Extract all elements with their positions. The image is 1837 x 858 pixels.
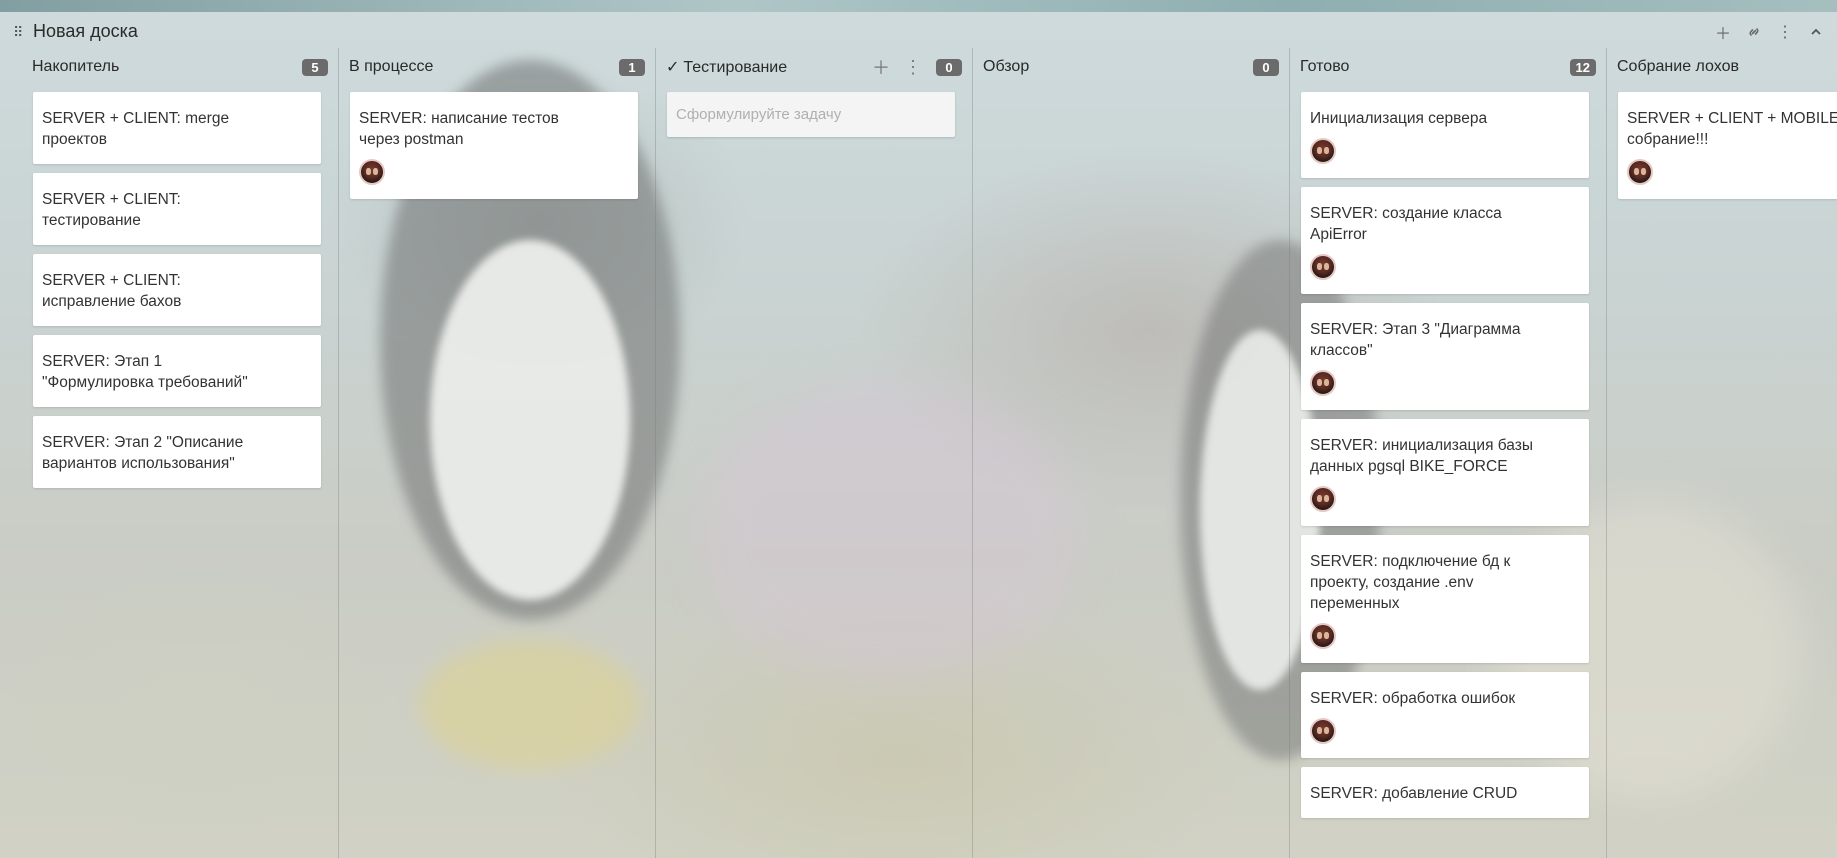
assignee-avatar[interactable] — [1310, 623, 1336, 649]
column-title: Обзор — [983, 58, 1253, 76]
task-card[interactable]: SERVER: Этап 3 "Диаграмма классов" — [1301, 303, 1589, 410]
task-card-title: SERVER: Этап 1 "Формулировка требований" — [42, 353, 248, 391]
column: В процессе 1 SERVER: написание тестов чере… — [339, 48, 656, 858]
assignee-avatar[interactable] — [1310, 254, 1336, 280]
column-header[interactable]: Обзор 0 — [983, 56, 1279, 78]
card-list: Сформулируйте задачу — [667, 92, 955, 137]
task-card-title: SERVER: обработка ошибок — [1310, 690, 1516, 707]
assignee-avatar[interactable] — [1310, 138, 1336, 164]
card-list: Инициализация сервера SERVER: создание кл… — [1301, 92, 1589, 827]
task-card[interactable]: SERVER + CLIENT: merge проектов — [33, 92, 321, 164]
task-card[interactable]: SERVER + CLIENT: тестирование — [33, 173, 321, 245]
column-header[interactable]: Накопитель 5 — [32, 56, 328, 78]
task-card-title: SERVER: Этап 2 "Описание вариантов испол… — [42, 434, 244, 472]
assignee-avatar[interactable] — [1310, 718, 1336, 744]
chevron-up-icon[interactable] — [1805, 21, 1827, 43]
task-card-title: SERVER + CLIENT: тестирование — [42, 191, 181, 229]
column-count-badge: 0 — [1253, 58, 1279, 76]
column-header[interactable]: Готово 12 — [1300, 56, 1596, 78]
board-actions: ＋ ⋮ — [1712, 21, 1827, 43]
board-header: ⠿ Новая доска ＋ ⋮ — [0, 16, 1837, 48]
column: Обзор 0 — [973, 48, 1290, 858]
task-card-title: SERVER + CLIENT: исправление бахов — [42, 272, 182, 310]
column-title-text: Обзор — [983, 58, 1030, 75]
column-count-badge: 12 — [1569, 58, 1596, 76]
task-card-title: SERVER + CLIENT: merge проектов — [42, 110, 230, 148]
card-list: SERVER + CLIENT: merge проектов SERVER + … — [33, 92, 321, 497]
task-card-title: SERVER + CLIENT + MOBILE: собрание!!! — [1627, 110, 1837, 148]
task-card[interactable]: SERVER: написание тестов через postman — [350, 92, 638, 199]
task-card[interactable]: SERVER: обработка ошибок — [1301, 672, 1589, 758]
task-card[interactable]: SERVER + CLIENT + MOBILE: собрание!!! — [1618, 92, 1837, 199]
task-card-title: SERVER: добавление CRUD — [1310, 785, 1518, 802]
drag-handle-icon[interactable]: ⠿ — [13, 24, 25, 40]
column-title-text: Собрание лохов — [1617, 58, 1739, 75]
column-header[interactable]: В процессе 1 — [349, 56, 645, 78]
link-icon[interactable] — [1743, 21, 1765, 43]
task-card-title: SERVER: создание класса ApiError — [1310, 205, 1502, 243]
column-title-text: В процессе — [349, 58, 434, 75]
card-list: SERVER: написание тестов через postman — [350, 92, 638, 208]
column-count-badge: 0 — [936, 58, 962, 76]
board-title: Новая доска — [33, 21, 138, 41]
checkmark-icon: ✓ — [666, 59, 680, 76]
column-title-text: Накопитель — [32, 58, 120, 75]
new-task-input[interactable]: Сформулируйте задачу — [667, 92, 955, 137]
column-title: Накопитель — [32, 58, 302, 76]
column-title-text: Тестирование — [683, 59, 788, 76]
task-card-title: SERVER: подключение бд к проекту, создан… — [1310, 553, 1511, 612]
task-card[interactable]: SERVER: Этап 2 "Описание вариантов испол… — [33, 416, 321, 488]
task-card[interactable]: SERVER: Этап 1 "Формулировка требований" — [33, 335, 321, 407]
column-title-text: Готово — [1300, 58, 1350, 75]
column-count-badge: 5 — [302, 58, 328, 76]
column-title: В процессе — [349, 58, 619, 76]
assignee-avatar[interactable] — [1310, 486, 1336, 512]
add-task-icon[interactable]: ＋ — [872, 54, 890, 80]
task-card[interactable]: SERVER + CLIENT: исправление бахов — [33, 254, 321, 326]
plus-icon[interactable]: ＋ — [1712, 21, 1734, 43]
task-card-title: SERVER: инициализация базы данных pgsql … — [1310, 437, 1533, 475]
task-card-title: SERVER: Этап 3 "Диаграмма классов" — [1310, 321, 1521, 359]
column: Собрание лохов1 SERVER + CLIENT + MOBILE:… — [1607, 48, 1837, 858]
column-header[interactable]: Собрание лохов1 — [1617, 56, 1837, 78]
assignee-avatar[interactable] — [359, 159, 385, 185]
task-card[interactable]: SERVER: подключение бд к проекту, создан… — [1301, 535, 1589, 663]
column: ✓ Тестирование ＋ ⋮ 0 Сформулируйте задачу — [656, 48, 973, 858]
assignee-avatar[interactable] — [1310, 370, 1336, 396]
board-columns: Накопитель 5 SERVER + CLIENT: merge проект… — [22, 48, 1837, 858]
task-card-title: Инициализация сервера — [1310, 110, 1488, 127]
column-header[interactable]: ✓ Тестирование ＋ ⋮ 0 — [666, 56, 962, 78]
task-card-title: SERVER: написание тестов через postman — [359, 110, 559, 148]
column: Накопитель 5 SERVER + CLIENT: merge проект… — [22, 48, 339, 858]
task-card[interactable]: SERVER: создание класса ApiError — [1301, 187, 1589, 294]
card-list: SERVER + CLIENT + MOBILE: собрание!!! — [1618, 92, 1837, 208]
column-title: Собрание лохов — [1617, 58, 1837, 76]
task-card[interactable]: SERVER: добавление CRUD — [1301, 767, 1589, 818]
column: Готово 12 Инициализация сервера SERVER: соз… — [1290, 48, 1607, 858]
task-card[interactable]: SERVER: инициализация базы данных pgsql … — [1301, 419, 1589, 526]
column-menu-icon[interactable]: ⋮ — [904, 57, 922, 78]
top-strip — [0, 0, 1837, 12]
task-card[interactable]: Инициализация сервера — [1301, 92, 1589, 178]
column-title: ✓ Тестирование — [666, 57, 872, 77]
assignee-avatar[interactable] — [1627, 159, 1653, 185]
column-title: Готово — [1300, 58, 1570, 76]
column-count-badge: 1 — [619, 58, 645, 76]
more-vertical-icon[interactable]: ⋮ — [1774, 21, 1796, 43]
